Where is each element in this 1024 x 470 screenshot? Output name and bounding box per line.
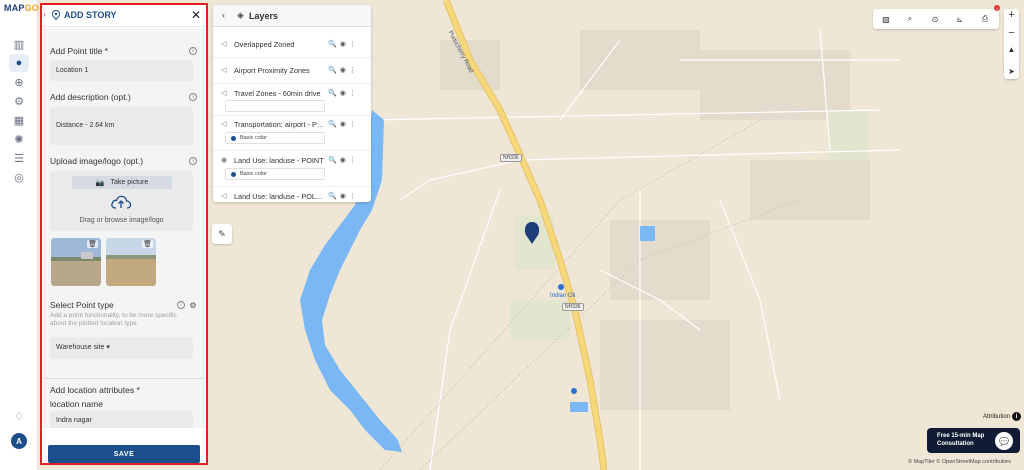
attributes-label: Add location attributes *: [50, 385, 140, 395]
layer-legend: Basic color: [225, 168, 325, 180]
cloud-upload-icon: [111, 195, 132, 209]
upload-dropzone[interactable]: 📷 Take picture Drag or browse image/logo: [50, 171, 193, 231]
cog-icon[interactable]: ✺: [9, 130, 29, 148]
polygon-icon: ◁: [221, 41, 227, 48]
layers-header: ‹ ◈ Layers: [213, 5, 371, 27]
point-type-select[interactable]: Warehouse site ▾: [50, 337, 193, 359]
polygon-icon: ◁: [221, 90, 227, 97]
avatar[interactable]: A: [11, 433, 27, 449]
settings-icon[interactable]: ⚙: [9, 92, 29, 110]
panel-body[interactable]: Add Point title * i Location 1 Add descr…: [43, 28, 205, 428]
navigation-arrow-icon[interactable]: ➤: [1004, 64, 1019, 79]
layer-actions[interactable]: 🔍◉⋮: [328, 156, 359, 164]
polygon-icon: ◁: [221, 121, 227, 128]
map-credit: © MapTiler © OpenStreetMap contributors: [908, 459, 1011, 465]
info-icon[interactable]: i: [189, 47, 197, 55]
delete-icon[interactable]: 🗑: [142, 240, 153, 248]
notification-badge-icon: ×: [994, 5, 1000, 11]
layers-world-icon[interactable]: ◎: [9, 168, 29, 186]
app-logo: MAPGO: [4, 3, 40, 13]
attribution-label[interactable]: Attribution: [983, 414, 1010, 420]
layers-icon: ◈: [237, 10, 244, 20]
camera-icon: 📷: [95, 179, 105, 187]
layer-legend-empty: [225, 100, 325, 112]
upload-label: Upload image/logo (opt.): [50, 156, 144, 166]
highway-shield: NH336: [562, 303, 584, 311]
point-title-input[interactable]: Location 1: [50, 60, 193, 81]
point-icon: ◉: [221, 157, 228, 164]
zoom-controls: + − ▲: [1004, 9, 1019, 69]
point-type-hint: Add a point functionality, to be more sp…: [50, 312, 177, 328]
report-icon[interactable]: ☰: [9, 149, 29, 167]
measure-icon[interactable]: ⊾: [953, 12, 967, 26]
info-icon[interactable]: i: [189, 93, 197, 101]
highway-shield: NH336: [500, 154, 522, 162]
point-title-label: Add Point title *: [50, 46, 109, 56]
compass-icon[interactable]: ▲: [1004, 45, 1019, 63]
print-icon[interactable]: ⎙: [978, 12, 992, 26]
layer-actions[interactable]: 🔍◉⋮: [328, 192, 359, 200]
point-type-label: Select Point type: [50, 300, 114, 310]
map-view-icon[interactable]: ▧: [879, 12, 893, 26]
layer-actions[interactable]: 🔍◉⋮: [328, 66, 359, 74]
polygon-icon: ◁: [221, 193, 227, 200]
divider: [43, 378, 205, 379]
left-rail: MAPGO ▥ ● ⊕ ⚙ ▦ ✺ ☰ ◎ ♢ A: [0, 0, 40, 470]
layer-actions[interactable]: 🔍◉⋮: [328, 120, 359, 128]
gear-icon[interactable]: ⚙: [189, 301, 197, 310]
polygon-icon: ◁: [221, 67, 227, 74]
layers-title: Layers: [249, 11, 279, 21]
close-icon[interactable]: ✕: [191, 8, 201, 22]
panel-header: › ADD STORY ✕: [42, 5, 206, 27]
drag-browse-text: Drag or browse image/logo: [79, 217, 164, 224]
notification-icon[interactable]: ♢: [9, 407, 29, 425]
chevron-left-icon[interactable]: ‹: [222, 10, 225, 20]
location-icon[interactable]: ⊙: [928, 12, 942, 26]
info-icon[interactable]: i: [189, 157, 197, 165]
poi-label: Indian Oil: [550, 293, 576, 299]
layer-actions[interactable]: 🔍◉⋮: [328, 40, 359, 48]
location-pin-icon[interactable]: ●: [9, 54, 29, 72]
panel-title: ADD STORY: [64, 10, 117, 20]
location-name-input[interactable]: Indra nagar: [50, 411, 193, 428]
chevron-right-icon[interactable]: ›: [43, 10, 46, 19]
take-picture-button[interactable]: 📷 Take picture: [72, 176, 172, 189]
uploaded-image-thumbnail[interactable]: 🗑: [51, 238, 101, 286]
layers-panel: ‹ ◈ Layers ◁ Overlapped Zoned 🔍◉⋮ ◁ Airp…: [213, 5, 371, 202]
map-icon[interactable]: ▥: [9, 35, 29, 53]
zoom-in-icon[interactable]: +: [1004, 9, 1019, 27]
layer-actions[interactable]: 🔍◉⋮: [328, 89, 359, 97]
search-icon[interactable]: ⌕: [903, 12, 917, 26]
description-input[interactable]: Distance - 2.64 km: [50, 107, 193, 145]
pencil-icon[interactable]: ✎: [212, 224, 232, 244]
location-pin-icon: [51, 10, 61, 20]
chat-icon: 💬: [995, 432, 1013, 450]
gallery-icon[interactable]: ▦: [9, 111, 29, 129]
info-icon[interactable]: i: [177, 301, 185, 309]
add-story-panel: › ADD STORY ✕ Add Point title * i Locati…: [40, 3, 208, 465]
uploaded-image-thumbnail[interactable]: 🗑: [106, 238, 156, 286]
chevron-down-icon: ▾: [106, 344, 110, 351]
delete-icon[interactable]: 🗑: [87, 240, 98, 248]
description-label: Add description (opt.): [50, 92, 131, 102]
save-button[interactable]: SAVE: [48, 445, 200, 463]
layer-legend: Basic color: [225, 132, 325, 144]
zoom-out-icon[interactable]: −: [1004, 27, 1019, 45]
consultation-button[interactable]: Free 15-min Map Consultation 💬: [927, 428, 1020, 453]
info-icon[interactable]: i: [1012, 412, 1021, 421]
add-file-icon[interactable]: ⊕: [9, 73, 29, 91]
map-toolbar: ▧ ⌕ ⊙ ⊾ ⎙: [873, 9, 999, 29]
location-name-label: location name: [50, 399, 103, 409]
